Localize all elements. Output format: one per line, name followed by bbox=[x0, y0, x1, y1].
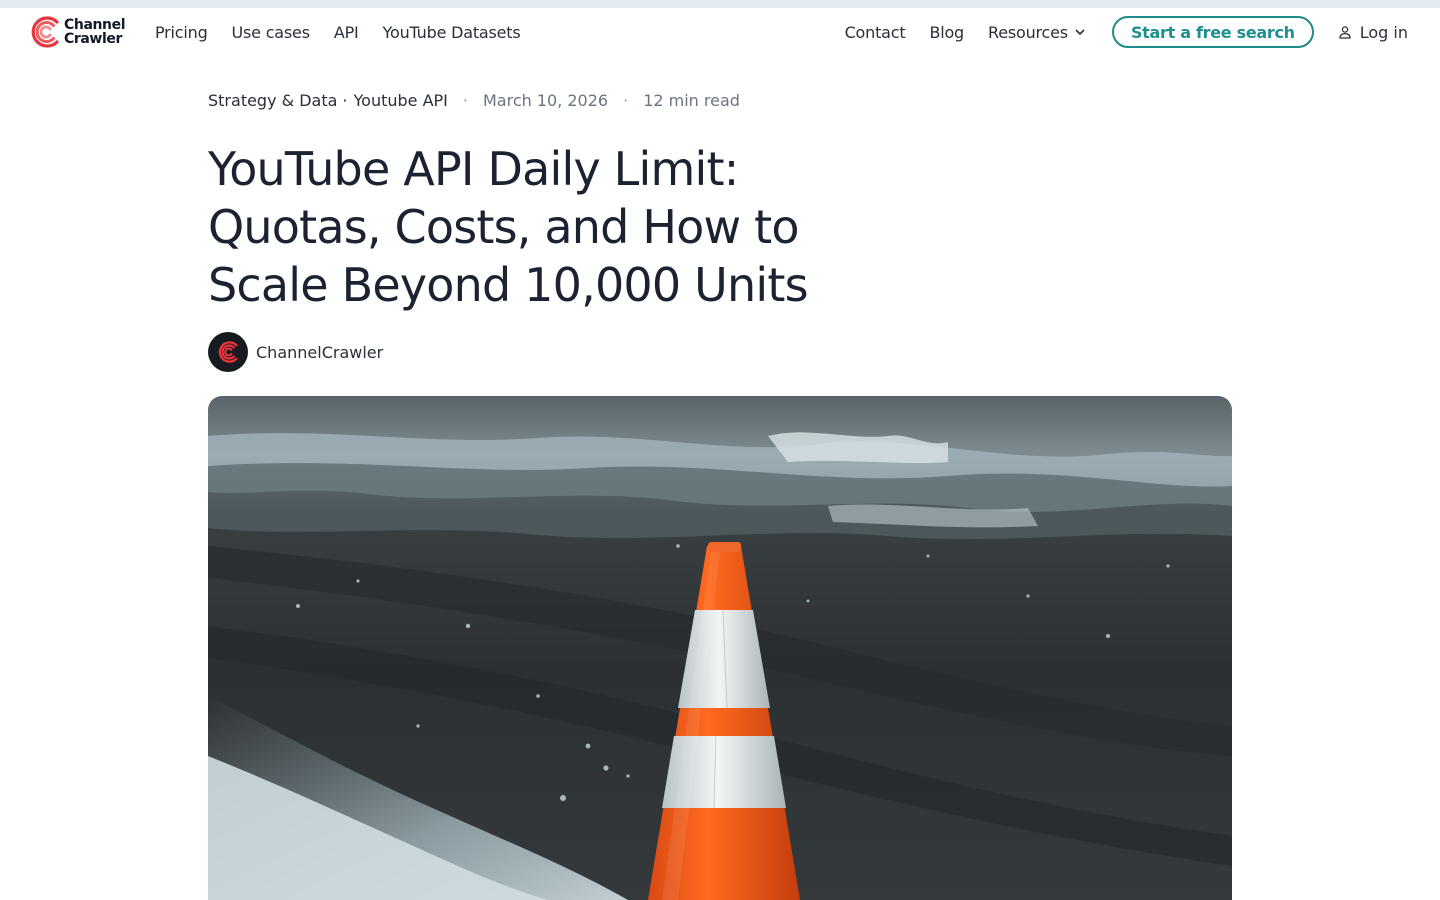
category-link-youtube-api[interactable]: Youtube API bbox=[354, 91, 448, 110]
start-free-search-button[interactable]: Start a free search bbox=[1111, 16, 1314, 48]
nav-resources-dropdown[interactable]: Resources bbox=[988, 23, 1086, 42]
main-navigation: Channel Crawler Pricing Use cases API Yo… bbox=[0, 8, 1440, 56]
meta-separator: · bbox=[342, 90, 348, 110]
brand-wordmark: Channel Crawler bbox=[64, 17, 126, 47]
author-name: ChannelCrawler bbox=[256, 342, 384, 362]
hero-image bbox=[208, 396, 1232, 900]
chevron-down-icon bbox=[1075, 29, 1085, 35]
nav-use-cases[interactable]: Use cases bbox=[232, 23, 310, 42]
nav-blog[interactable]: Blog bbox=[929, 23, 964, 42]
nav-api[interactable]: API bbox=[334, 23, 359, 42]
brand-logo[interactable]: Channel Crawler bbox=[30, 15, 126, 49]
author-avatar bbox=[208, 332, 248, 372]
title-line-2: Quotas, Costs, and How to bbox=[208, 200, 800, 254]
nav-contact[interactable]: Contact bbox=[845, 23, 906, 42]
publish-date: March 10, 2026 bbox=[482, 90, 609, 110]
nav-youtube-datasets[interactable]: YouTube Datasets bbox=[383, 23, 521, 42]
channelcrawler-logo-icon bbox=[218, 341, 238, 363]
title-line-3: Scale Beyond 10,000 Units bbox=[208, 258, 809, 312]
login-label: Log in bbox=[1359, 22, 1408, 42]
meta-separator: · bbox=[462, 90, 468, 110]
secondary-nav: Contact Blog Resources Start a free sear… bbox=[845, 8, 1408, 56]
nav-pricing[interactable]: Pricing bbox=[155, 23, 208, 42]
title-line-1: YouTube API Daily Limit: bbox=[208, 142, 739, 196]
article-title: YouTube API Daily Limit: Quotas, Costs, … bbox=[208, 140, 908, 314]
login-link[interactable]: Log in bbox=[1338, 23, 1408, 42]
channelcrawler-logo-icon bbox=[31, 16, 59, 48]
nav-resources-label: Resources bbox=[988, 22, 1068, 42]
top-accent-bar bbox=[0, 0, 1440, 8]
read-time: 12 min read bbox=[643, 90, 740, 110]
article-meta: Strategy & Data · Youtube API · March 10… bbox=[208, 88, 740, 112]
brand-line-1: Channel bbox=[64, 17, 126, 33]
meta-separator: · bbox=[623, 90, 629, 110]
category-link-strategy-data[interactable]: Strategy & Data bbox=[208, 91, 337, 110]
user-icon bbox=[1339, 26, 1351, 39]
article-author: ChannelCrawler bbox=[208, 332, 383, 372]
brand-line-2: Crawler bbox=[64, 31, 122, 47]
traffic-cone-photo bbox=[208, 396, 1232, 900]
primary-nav: Pricing Use cases API YouTube Datasets bbox=[155, 8, 521, 56]
